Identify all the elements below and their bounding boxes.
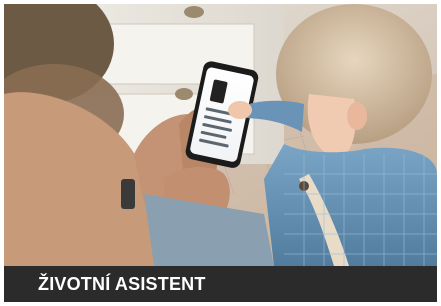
photo (4, 4, 437, 266)
image-card: ŽIVOTNÍ ASISTENT (4, 4, 437, 302)
caption-bar: ŽIVOTNÍ ASISTENT (4, 266, 437, 302)
caption-title: ŽIVOTNÍ ASISTENT (38, 274, 206, 294)
